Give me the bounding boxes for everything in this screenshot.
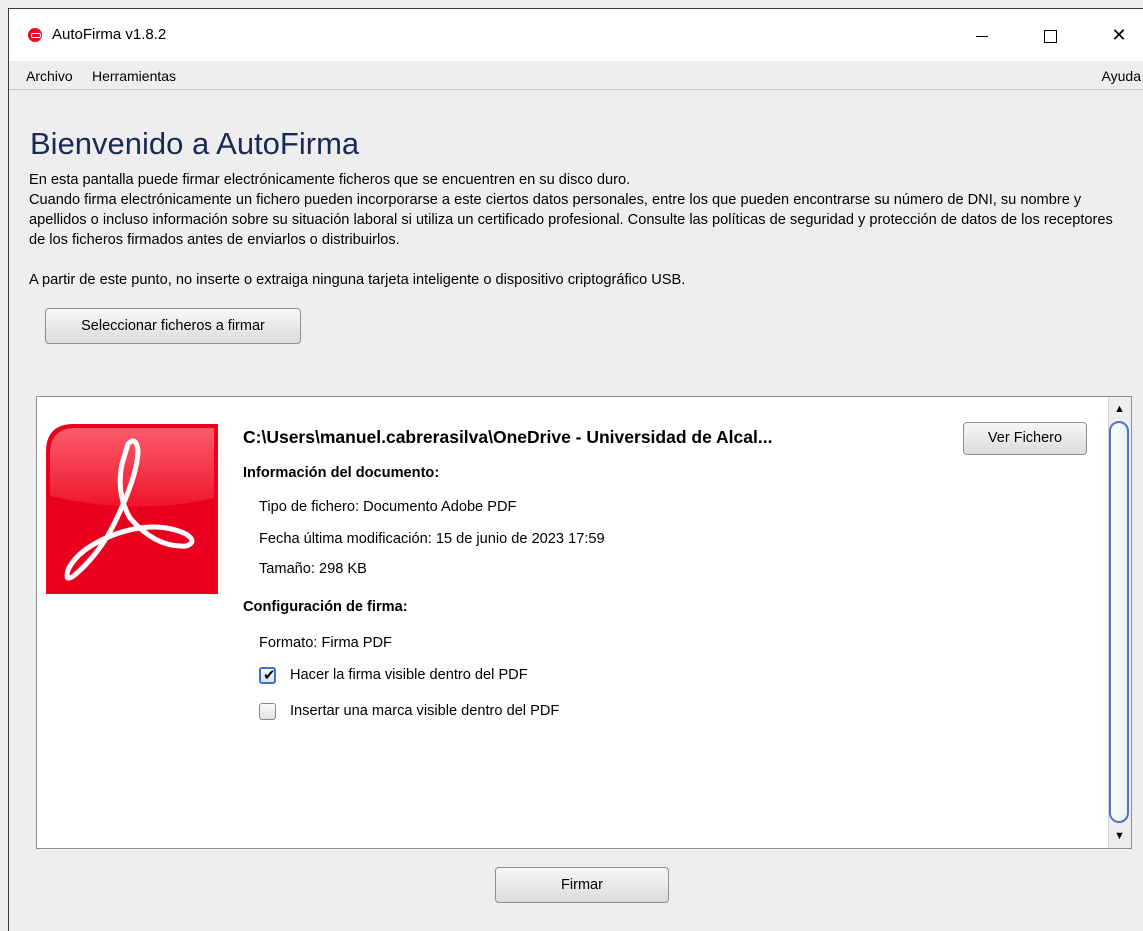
file-type: Tipo de fichero: Documento Adobe PDF xyxy=(259,499,517,515)
intro-text: En esta pantalla puede firmar electrónic… xyxy=(29,172,631,188)
select-files-button[interactable]: Seleccionar ficheros a firmar xyxy=(45,308,301,344)
sign-config-heading: Configuración de firma: xyxy=(243,599,408,615)
window-title: AutoFirma v1.8.2 xyxy=(52,26,167,43)
scroll-down-arrow-icon[interactable]: ▼ xyxy=(1114,830,1125,842)
doc-info-heading: Información del documento: xyxy=(243,465,440,481)
autofirma-app-icon xyxy=(28,28,42,42)
visible-signature-checkbox[interactable] xyxy=(259,666,276,684)
sign-button[interactable]: Firmar xyxy=(495,867,669,903)
minimize-icon xyxy=(976,35,988,37)
visible-mark-checkbox[interactable] xyxy=(259,703,276,720)
file-path: C:\Users\manuel.cabrerasilva\OneDrive - … xyxy=(243,427,773,447)
minimize-button[interactable] xyxy=(964,21,1000,49)
close-button[interactable]: ✕ xyxy=(1101,21,1137,49)
warning-text: A partir de este punto, no inserte o ext… xyxy=(29,272,686,288)
modified-date: Fecha última modificación: 15 de junio d… xyxy=(259,531,605,547)
menu-herramientas[interactable]: Herramientas xyxy=(92,68,176,84)
title-bar: AutoFirma v1.8.2 ✕ xyxy=(9,9,1143,61)
privacy-text: Cuando firma electrónicamente un fichero… xyxy=(29,192,1113,248)
file-size: Tamaño: 298 KB xyxy=(259,561,367,577)
maximize-icon xyxy=(1043,29,1057,43)
visible-mark-label: Insertar una marca visible dentro del PD… xyxy=(290,703,560,719)
menu-bar: Archivo Herramientas Ayuda xyxy=(9,61,1143,90)
panel-scrollbar[interactable]: ▲ ▼ xyxy=(1108,397,1131,848)
signature-format: Formato: Firma PDF xyxy=(259,635,392,651)
view-file-button[interactable]: Ver Fichero xyxy=(963,422,1087,455)
menu-archivo[interactable]: Archivo xyxy=(26,68,73,84)
visible-signature-label: Hacer la firma visible dentro del PDF xyxy=(290,667,528,683)
adobe-pdf-icon xyxy=(46,424,218,594)
maximize-button[interactable] xyxy=(1032,21,1068,49)
menu-ayuda[interactable]: Ayuda xyxy=(1102,68,1141,84)
close-icon: ✕ xyxy=(1111,25,1127,45)
scroll-thumb[interactable] xyxy=(1109,421,1129,823)
file-panel: C:\Users\manuel.cabrerasilva\OneDrive - … xyxy=(36,396,1132,849)
scroll-up-arrow-icon[interactable]: ▲ xyxy=(1114,403,1125,415)
page-title: Bienvenido a AutoFirma xyxy=(30,126,360,161)
